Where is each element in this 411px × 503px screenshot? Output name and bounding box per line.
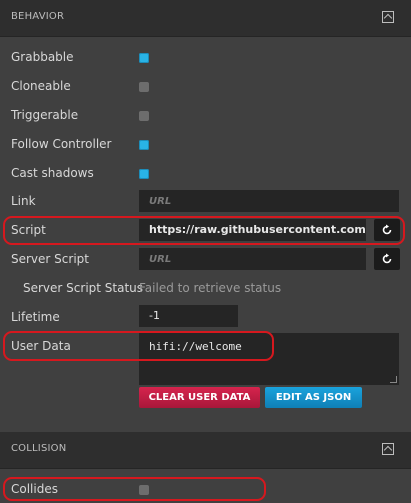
clear-user-data-button[interactable]: CLEAR USER DATA [139,387,260,408]
server-script-placeholder: URL [149,254,172,265]
server-script-status-value: Failed to retrieve status [139,281,282,295]
collides-checkbox[interactable] [139,485,149,495]
triggerable-label: Triggerable [11,108,79,122]
server-script-status-label: Server Script Status [23,281,144,295]
reload-icon [382,224,392,235]
reload-icon [382,253,392,264]
user-data-label: User Data [11,339,71,353]
server-script-label: Server Script [11,252,89,266]
script-input[interactable]: https://raw.githubusercontent.com/h [139,219,366,241]
triggerable-checkbox[interactable] [139,111,149,121]
behavior-section-header[interactable]: BEHAVIOR [0,0,411,37]
user-data-textarea[interactable]: hifi://welcome [139,333,399,385]
follow-controller-checkbox[interactable] [139,140,149,150]
follow-controller-label: Follow Controller [11,137,112,151]
server-script-input[interactable]: URL [139,248,366,270]
grabbable-checkbox[interactable] [139,53,149,63]
lifetime-input[interactable]: -1 [139,305,238,327]
behavior-section-title: BEHAVIOR [11,11,65,22]
link-placeholder: URL [149,196,172,207]
collapse-collision-icon[interactable] [382,443,394,455]
link-label: Link [11,194,36,208]
lifetime-label: Lifetime [11,310,60,324]
cast-shadows-checkbox[interactable] [139,169,149,179]
cloneable-checkbox[interactable] [139,82,149,92]
cast-shadows-label: Cast shadows [11,166,94,180]
reload-script-button[interactable] [374,219,400,241]
link-input[interactable]: URL [139,190,399,212]
reload-server-script-button[interactable] [374,248,400,270]
collides-label: Collides [11,482,58,496]
cloneable-label: Cloneable [11,79,71,93]
grabbable-label: Grabbable [11,50,74,64]
collapse-behavior-icon[interactable] [382,11,394,23]
collision-section-header[interactable]: COLLISION [0,432,411,469]
edit-as-json-button[interactable]: EDIT AS JSON [265,387,362,408]
script-label: Script [11,223,46,237]
resize-grip-icon[interactable] [390,376,397,383]
user-data-value: hifi://welcome [149,340,242,353]
collision-section-title: COLLISION [11,443,67,454]
